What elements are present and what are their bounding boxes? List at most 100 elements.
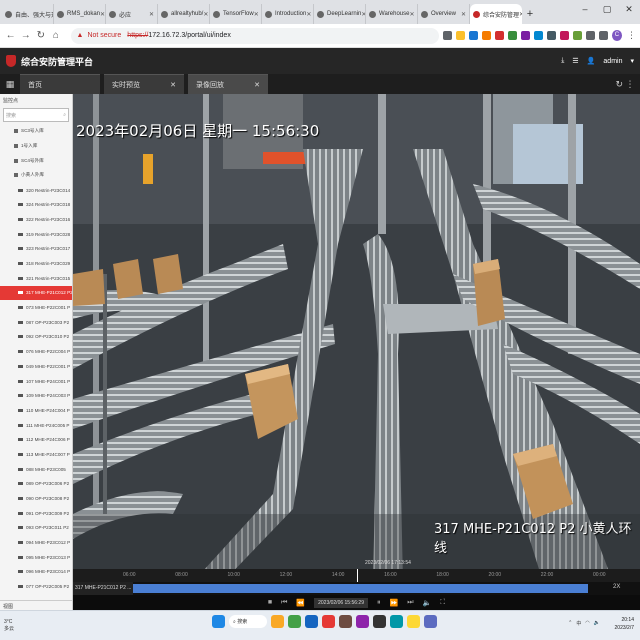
camera-list-item[interactable]: 096 MHE-P23C014 P <box>0 565 72 580</box>
file-explorer-icon[interactable] <box>271 615 284 628</box>
camera-list-item[interactable]: 109 MHE-P24C003 P <box>0 388 72 403</box>
app-icon[interactable] <box>373 615 386 628</box>
camera-list-item[interactable]: 317 MHE-P21C012 P2 <box>0 285 72 301</box>
star-icon[interactable] <box>455 31 465 40</box>
tab-playback[interactable]: 录像回放 ✕ <box>188 74 268 94</box>
extensions-puzzle-icon[interactable] <box>585 31 595 40</box>
camera-list-item[interactable]: 095 MHE-P23C013 P <box>0 550 72 565</box>
app-icon[interactable] <box>322 615 335 628</box>
tree-group[interactable]: 1号入库 <box>0 139 72 154</box>
tree-group[interactable]: 小黄人外库 <box>0 168 72 183</box>
recorded-segment[interactable] <box>133 584 588 593</box>
close-tab-icon[interactable]: ✕ <box>100 11 105 18</box>
close-tab-icon[interactable]: ✕ <box>149 11 154 18</box>
camera-list-item[interactable]: 320 Restrin-P23C014 <box>0 183 72 198</box>
step-forward-icon[interactable]: ⏭ <box>407 599 413 607</box>
input-language[interactable]: 中 <box>576 620 581 627</box>
playback-time[interactable]: 2023/02/06 15:56:29 <box>314 597 368 608</box>
wifi-icon[interactable]: ◠ <box>585 620 589 627</box>
tab-live-preview[interactable]: 实时预览 ✕ <box>104 74 184 94</box>
home-icon[interactable]: ⌂ <box>49 30 62 41</box>
app-icon[interactable] <box>288 615 301 628</box>
camera-list-item[interactable]: 321 Restrin-P23C015 <box>0 271 72 286</box>
browser-tab[interactable]: RMS_dokan ✕ <box>54 4 106 24</box>
camera-list-item[interactable]: 112 MHE-P24C006 P <box>0 432 72 447</box>
share-icon[interactable] <box>442 31 452 40</box>
tab-home[interactable]: 首页 <box>20 74 100 94</box>
browser-tab-active[interactable]: 综合安防管理 ✕ <box>470 4 522 24</box>
camera-list-item[interactable]: 319 Restrin-P23C028 <box>0 227 72 242</box>
volume-icon[interactable]: 🔈 <box>594 620 600 627</box>
minimize-icon[interactable]: – <box>574 0 596 18</box>
camera-list-item[interactable]: 111 MHE-P24C005 P <box>0 418 72 433</box>
speed-label[interactable]: 2X <box>613 584 620 590</box>
camera-list-item[interactable]: 073 MHE-P22C001 P <box>0 300 72 315</box>
recording-track[interactable]: 317 MHE-P21C012 P2 ... 2X <box>73 582 640 595</box>
extension-icon[interactable] <box>546 31 556 40</box>
browser-tab[interactable]: Warehouse ✕ <box>366 4 418 24</box>
close-tab-icon[interactable]: ✕ <box>203 11 208 18</box>
camera-list-item[interactable]: 076 MHE-P22C004 P <box>0 344 72 359</box>
chevron-up-icon[interactable]: ⌃ <box>568 620 572 627</box>
extension-icon[interactable] <box>507 31 517 40</box>
search-icon[interactable]: ⌕ <box>63 112 66 118</box>
camera-search-input[interactable]: 搜索 ⌕ <box>3 108 69 122</box>
camera-list-item[interactable]: 090 OP-P23C008 P2 <box>0 491 72 506</box>
video-player[interactable] <box>73 94 640 582</box>
rewind-icon[interactable]: ⏪ <box>296 599 305 607</box>
taskbar-search[interactable]: ⌕ 搜索 <box>229 615 267 628</box>
fast-forward-icon[interactable]: ⏩ <box>390 599 399 607</box>
camera-list-item[interactable]: 322 Restrin-P23C016 <box>0 212 72 227</box>
close-icon[interactable]: ✕ <box>254 81 260 89</box>
extension-icon[interactable] <box>468 31 478 40</box>
new-tab-button[interactable]: + <box>522 4 538 24</box>
app-icon[interactable] <box>305 615 318 628</box>
camera-list-item[interactable]: 091 OP-P23C009 P2 <box>0 506 72 521</box>
timeline-cursor[interactable] <box>357 569 358 582</box>
chrome-icon[interactable] <box>407 615 420 628</box>
camera-list-item[interactable]: 110 MHE-P24C004 P <box>0 403 72 418</box>
camera-list-item[interactable]: 088 MHE-P23C005 <box>0 462 72 477</box>
stop-icon[interactable]: ■ <box>268 599 272 606</box>
camera-list-item[interactable]: 323 Restrin-P23C017 <box>0 242 72 257</box>
tree-group[interactable]: SC4号外库 <box>0 153 72 168</box>
extension-icon[interactable] <box>533 31 543 40</box>
extension-icon[interactable] <box>572 31 582 40</box>
extension-icon[interactable] <box>520 31 530 40</box>
volume-icon[interactable]: 🔈 <box>423 599 432 607</box>
forward-icon[interactable]: → <box>19 30 32 41</box>
camera-list-item[interactable]: 318 Restrin-P23C029 <box>0 256 72 271</box>
close-tab-icon[interactable]: ✕ <box>254 11 259 18</box>
grid-menu-icon[interactable]: ▦ <box>0 79 20 90</box>
camera-list-item[interactable]: 089 OP-P23C006 P2 <box>0 477 72 492</box>
system-clock[interactable]: 20:14 2023/2/7 <box>615 616 634 632</box>
app-icon[interactable] <box>356 615 369 628</box>
username[interactable]: admin <box>603 58 622 65</box>
maximize-icon[interactable]: ▢ <box>596 0 618 18</box>
browser-tab[interactable]: DeepLearnin ✕ <box>314 4 366 24</box>
timeline-ruler[interactable]: 06:00 08:00 10:00 12:00 14:00 16:00 18:00 20:00… <box>73 560 640 582</box>
browser-tab[interactable]: 自由、强大与开放✕ <box>2 4 54 24</box>
sidebar-footer[interactable]: 视图 <box>0 600 73 610</box>
extension-icon[interactable] <box>559 31 569 40</box>
browser-tab[interactable]: allrealtyhub/✕ <box>158 4 210 24</box>
app-icon[interactable] <box>424 615 437 628</box>
profile-avatar[interactable]: C <box>611 30 623 41</box>
step-back-icon[interactable]: ⏮ <box>281 599 287 607</box>
windows-start-icon[interactable] <box>212 615 225 628</box>
sidebar-toggle-icon[interactable] <box>598 31 608 40</box>
camera-list-item[interactable]: 077 OP-P22C005 P2 <box>0 579 72 594</box>
extension-icon[interactable] <box>481 31 491 40</box>
browser-tab[interactable]: Overview ✕ <box>418 4 470 24</box>
close-tab-icon[interactable]: ✕ <box>409 11 414 18</box>
close-tab-icon[interactable]: ✕ <box>306 11 311 18</box>
camera-list-item[interactable]: 049 MHE-P22C001 P <box>0 359 72 374</box>
fullscreen-icon[interactable]: ⛶ <box>440 599 445 607</box>
close-icon[interactable]: ✕ <box>170 81 176 89</box>
tools-icon[interactable]: ☰ <box>572 57 578 65</box>
app-icon[interactable] <box>339 615 352 628</box>
extension-icon[interactable] <box>494 31 504 40</box>
close-window-icon[interactable]: ✕ <box>618 0 640 18</box>
back-icon[interactable]: ← <box>4 30 17 41</box>
menu-dots-icon[interactable]: ⋮ <box>627 30 636 41</box>
